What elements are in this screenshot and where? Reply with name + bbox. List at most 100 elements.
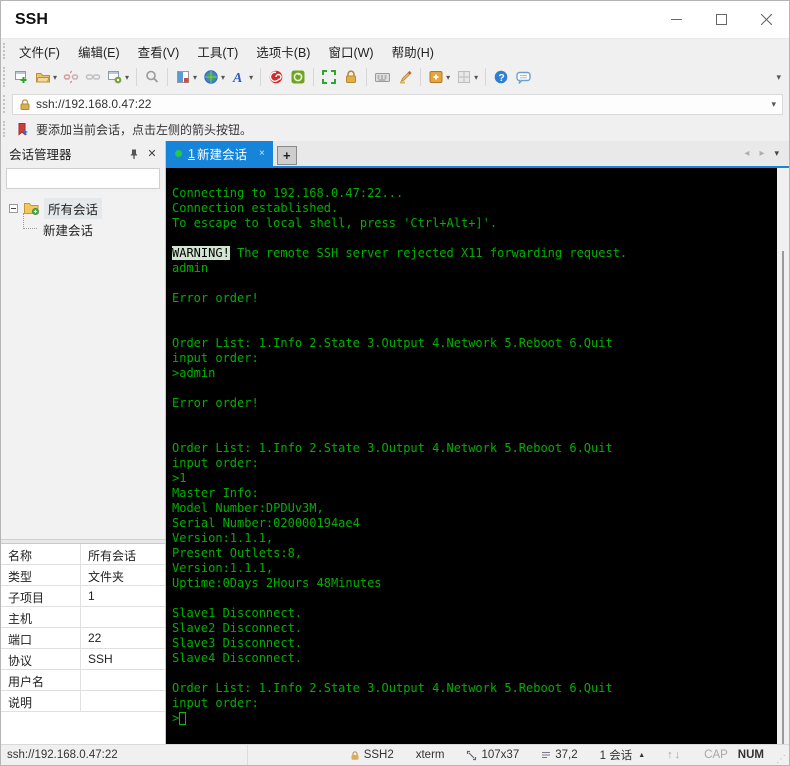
status-terminal-type[interactable]: xterm <box>405 745 456 765</box>
close-panel-icon[interactable]: ✕ <box>143 145 161 163</box>
arrow-up-icon[interactable]: ↑ <box>667 749 675 761</box>
terminal-line: Uptime:0Days 2Hours 48Minutes <box>172 576 382 590</box>
pin-icon[interactable] <box>125 145 143 163</box>
highlight-pen-button[interactable] <box>394 67 416 87</box>
arrow-down-icon[interactable]: ↓ <box>675 749 683 761</box>
property-value <box>81 670 165 690</box>
terminal-line: Master Info: <box>172 486 259 500</box>
terminal-line: Order List: 1.Info 2.State 3.Output 4.Ne… <box>172 441 613 455</box>
address-input[interactable] <box>36 97 766 111</box>
terminal-line: >admin <box>172 366 216 380</box>
tab-close-icon[interactable]: × <box>259 148 265 159</box>
terminal-scrollbar[interactable] <box>777 168 789 744</box>
menu-item[interactable]: 窗口(W) <box>319 39 382 64</box>
resize-grip[interactable]: ⋰ <box>770 754 789 765</box>
scrollbar-thumb[interactable] <box>782 251 784 744</box>
new-session-button[interactable] <box>10 67 32 87</box>
minimize-button[interactable] <box>654 1 699 38</box>
property-label: 说明 <box>1 691 81 711</box>
bookmark-flag-icon[interactable] <box>16 122 30 137</box>
trace-button[interactable] <box>265 67 287 87</box>
property-row[interactable]: 用户名 <box>1 670 165 691</box>
property-label: 名称 <box>1 544 81 564</box>
menu-item[interactable]: 帮助(H) <box>383 39 443 64</box>
info-grip[interactable] <box>3 120 10 138</box>
address-grip[interactable] <box>3 94 10 114</box>
close-button[interactable] <box>744 1 789 38</box>
property-label: 用户名 <box>1 670 81 690</box>
app-window: SSH 文件(F) 编辑(E) 查看(V) 工具(T) 选项卡(B) 窗口(W) 帮助(H)… <box>0 0 790 766</box>
menu-item[interactable]: 选项卡(B) <box>247 39 319 64</box>
property-label: 类型 <box>1 565 81 585</box>
session-popup-icon[interactable]: ▲ <box>638 752 645 759</box>
property-row[interactable]: 名称 所有会话 <box>1 544 165 565</box>
property-row[interactable]: 子项目 1 <box>1 586 165 607</box>
status-protocol[interactable]: SSH2 <box>339 745 405 765</box>
status-cursor-position[interactable]: 37,2 <box>530 745 588 765</box>
lock-screen-button[interactable] <box>340 67 362 87</box>
tree-item-label[interactable]: 新建会话 <box>43 220 93 239</box>
toolbar-overflow-button[interactable]: ▾ <box>776 72 781 83</box>
feedback-button[interactable] <box>512 67 535 87</box>
new-tab-button[interactable]: + <box>276 146 297 165</box>
menu-item[interactable]: 查看(V) <box>129 39 189 64</box>
tab-scroll-left-icon[interactable]: ◂ <box>744 148 749 159</box>
resize-icon <box>466 750 477 761</box>
info-bar: 要添加当前会话，点击左侧的箭头按钮。 <box>1 117 789 141</box>
properties-table: 名称 所有会话 类型 文件夹 子项目 1 主机 端口 22 协议 SSH 用户名 说明 <box>1 544 165 744</box>
open-session-button[interactable]: ▾ <box>32 67 60 87</box>
property-value <box>81 691 165 711</box>
menu-grip[interactable] <box>3 42 10 60</box>
tab-list-dropdown-icon[interactable]: ▾ <box>774 148 779 159</box>
encoding-button[interactable]: ▾ <box>200 67 228 87</box>
address-box[interactable]: ▾ <box>12 93 783 115</box>
lock-icon <box>350 750 360 761</box>
property-row[interactable]: 类型 文件夹 <box>1 565 165 586</box>
find-button[interactable] <box>141 67 163 87</box>
title-bar: SSH <box>1 1 789 39</box>
address-dropdown-icon[interactable]: ▾ <box>765 99 782 110</box>
session-nav-arrows[interactable]: ↑ ↓ <box>656 745 693 765</box>
menu-item[interactable]: 工具(T) <box>188 39 247 64</box>
virtual-keyboard-button[interactable] <box>371 67 394 87</box>
tree-item-new-session[interactable]: 新建会话 <box>23 213 165 240</box>
property-value: 所有会话 <box>88 549 137 563</box>
font-button[interactable]: A ▾ <box>228 67 256 87</box>
disconnect-button[interactable] <box>60 67 82 87</box>
window-title: SSH <box>15 10 48 28</box>
property-row[interactable]: 端口 22 <box>1 628 165 649</box>
layout-button[interactable]: ▾ <box>453 67 481 87</box>
reconnect-button[interactable] <box>82 67 104 87</box>
terminal-line: Order List: 1.Info 2.State 3.Output 4.Ne… <box>172 681 613 695</box>
menu-item[interactable]: 编辑(E) <box>69 39 129 64</box>
property-row[interactable]: 主机 <box>1 607 165 628</box>
property-row[interactable]: 协议 SSH <box>1 649 165 670</box>
tree-collapse-icon[interactable] <box>9 203 18 213</box>
session-manager-panel: 会话管理器 ✕ 所有会话 新建会话 名称 所有会话 类型 文件夹 子项目 1 主… <box>1 141 178 744</box>
property-row[interactable]: 说明 <box>1 691 165 712</box>
compose-button[interactable]: ▾ <box>172 67 200 87</box>
terminal-line: >1 <box>172 471 187 485</box>
new-file-button[interactable]: ▾ <box>425 67 453 87</box>
font-icon: A <box>231 69 247 85</box>
status-session-count[interactable]: 1 会话 ▲ <box>589 745 657 765</box>
panel-title: 会话管理器 <box>9 148 72 162</box>
terminal-line: Slave4 Disconnect. <box>172 651 303 665</box>
tab-scroll-right-icon[interactable]: ▸ <box>759 148 764 159</box>
toolbar-separator <box>366 68 368 86</box>
tab-new-session[interactable]: 1 新建会话 × <box>166 141 273 166</box>
session-properties-button[interactable]: ▾ <box>104 67 132 87</box>
menu-item[interactable]: 文件(F) <box>10 39 69 64</box>
terminal-line: admin <box>172 261 209 275</box>
tree-item-label[interactable]: 所有会话 <box>44 197 103 219</box>
transfer-button[interactable] <box>287 67 309 87</box>
help-button[interactable]: ? <box>490 67 512 87</box>
maximize-button[interactable] <box>699 1 744 38</box>
search-input[interactable] <box>7 171 166 186</box>
status-terminal-size[interactable]: 107x37 <box>455 745 530 765</box>
fullscreen-button[interactable] <box>318 67 340 87</box>
toolbar-grip[interactable] <box>3 67 10 87</box>
terminal-output[interactable]: Connecting to 192.168.0.47:22... Connecti… <box>166 168 777 744</box>
menu-bar: 文件(F) 编辑(E) 查看(V) 工具(T) 选项卡(B) 窗口(W) 帮助(H) <box>1 39 789 63</box>
